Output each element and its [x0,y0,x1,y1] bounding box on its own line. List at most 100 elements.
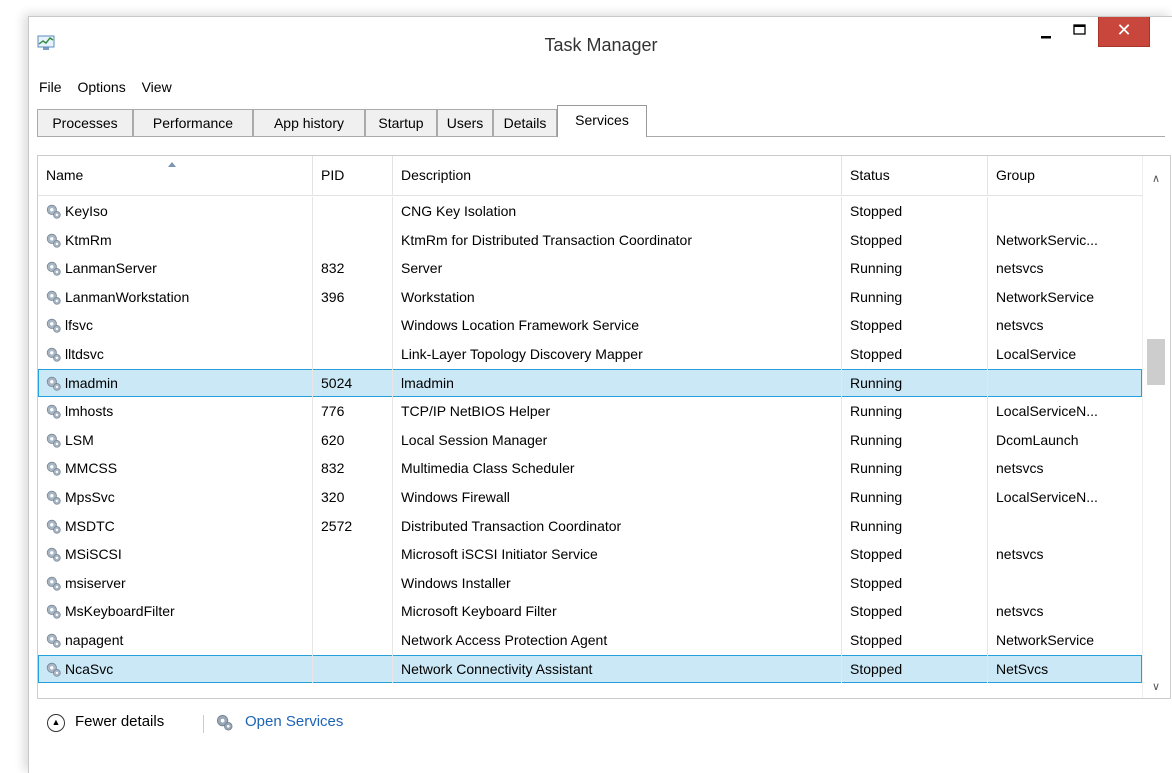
menu-options[interactable]: Options [71,76,131,98]
task-manager-window: Task Manager ✕ File Options View Process… [28,16,1172,773]
service-gear-icon [46,519,61,534]
table-row[interactable]: MsKeyboardFilter Microsoft Keyboard Filte… [38,597,1142,626]
table-row[interactable]: KtmRm KtmRm for Distributed Transaction C… [38,225,1142,255]
service-pid [312,339,392,369]
table-row[interactable]: napagent Network Access Protection Agent S… [38,625,1142,655]
table-row[interactable]: LSM 620 Local Session Manager Running DcomLa… [38,425,1142,455]
service-group: LocalService [987,339,1142,369]
table-row[interactable]: MpsSvc 320 Windows Firewall Running LocalSer… [38,482,1142,512]
service-pid [312,311,392,340]
close-button[interactable]: ✕ [1098,17,1150,47]
title-bar[interactable]: Task Manager ✕ [29,17,1172,69]
service-group [987,568,1142,598]
service-pid: 320 [312,482,392,512]
fewer-details-button[interactable]: Fewer details [75,713,164,730]
service-pid: 5024 [312,368,392,398]
services-table: Name PID Description Status Group KeyIso… [37,155,1171,699]
vertical-scrollbar[interactable]: ∧ ∨ [1142,156,1170,698]
table-row[interactable]: msiserver Windows Installer Stopped [38,568,1142,598]
column-header-group[interactable]: Group [987,156,1142,195]
service-pid: 776 [312,397,392,426]
service-status: Stopped [841,540,987,569]
service-gear-icon [46,662,61,677]
service-gear-icon [46,404,61,419]
scroll-up-icon[interactable]: ∧ [1152,172,1160,185]
service-status: Running [841,511,987,541]
column-header-pid[interactable]: PID [312,156,392,195]
service-status: Running [841,397,987,426]
service-gear-icon [46,490,61,505]
service-gear-icon [46,633,61,648]
service-pid [312,197,392,226]
service-pid [312,540,392,569]
tab-strip: Processes Performance App history Startu… [37,105,1165,137]
service-gear-icon [46,376,61,391]
service-pid: 620 [312,425,392,455]
table-row[interactable]: LanmanServer 832 Server Running netsvcs [38,254,1142,283]
service-description: Server [392,254,841,283]
service-status: Stopped [841,625,987,655]
service-group [987,511,1142,541]
chevron-up-circle-icon[interactable]: ▲ [47,714,65,732]
table-row[interactable]: MSiSCSI Microsoft iSCSI Initiator Service… [38,540,1142,569]
tab-startup[interactable]: Startup [365,109,437,136]
service-status: Running [841,282,987,312]
service-description: Windows Installer [392,568,841,598]
table-row[interactable]: MMCSS 832 Multimedia Class Scheduler Runnin… [38,454,1142,483]
tab-users[interactable]: Users [437,109,493,136]
service-description: Windows Location Framework Service [392,311,841,340]
table-row[interactable]: LanmanWorkstation 396 Workstation Running Ne… [38,282,1142,312]
scrollbar-thumb[interactable] [1147,339,1165,385]
table-row[interactable]: NcaSvc Network Connectivity Assistant Stop… [38,654,1142,684]
service-pid [312,654,392,684]
service-gear-icon [46,261,61,276]
column-header-description[interactable]: Description [392,156,841,195]
service-name: lfsvc [65,317,93,334]
service-name: LSM [65,431,94,448]
service-name: NcaSvc [65,660,114,677]
tab-processes[interactable]: Processes [37,109,133,136]
service-name: MsKeyboardFilter [65,603,175,620]
service-group: NetworkServic... [987,225,1142,255]
service-name: LanmanWorkstation [65,288,190,305]
scroll-down-icon[interactable]: ∨ [1152,680,1160,693]
service-status: Stopped [841,311,987,340]
tab-services[interactable]: Services [557,105,647,137]
service-gear-icon [46,547,61,562]
tab-details[interactable]: Details [493,109,557,136]
service-gear-icon [46,433,61,448]
column-header-status[interactable]: Status [841,156,987,195]
service-description: Network Access Protection Agent [392,625,841,655]
table-row[interactable]: lmadmin 5024 lmadmin Running [38,368,1142,398]
service-pid [312,568,392,598]
service-status: Running [841,254,987,283]
service-group: DcomLaunch [987,425,1142,455]
service-name: KeyIso [65,203,108,219]
service-description: Workstation [392,282,841,312]
menu-file[interactable]: File [33,76,68,98]
menu-view[interactable]: View [136,76,178,98]
open-services-link[interactable]: Open Services [245,713,343,730]
table-header: Name PID Description Status Group [38,156,1142,196]
maximize-button[interactable] [1068,17,1092,47]
minimize-button[interactable] [1035,17,1059,47]
service-name: MSiSCSI [65,546,122,563]
service-group: netsvcs [987,540,1142,569]
service-status: Running [841,482,987,512]
service-gear-icon [46,233,61,248]
services-gear-icon [216,714,233,731]
table-row[interactable]: KeyIso CNG Key Isolation Stopped [38,197,1142,226]
service-name: msiserver [65,574,126,591]
service-pid [312,225,392,255]
table-row[interactable]: lfsvc Windows Location Framework Service S… [38,311,1142,340]
column-header-name[interactable]: Name [38,156,312,195]
table-row[interactable]: lmhosts 776 TCP/IP NetBIOS Helper Running Lo… [38,397,1142,426]
service-group: NetworkService [987,282,1142,312]
service-group: NetworkService [987,625,1142,655]
tab-performance[interactable]: Performance [133,109,253,136]
service-description: TCP/IP NetBIOS Helper [392,397,841,426]
table-row[interactable]: lltdsvc Link-Layer Topology Discovery Map… [38,339,1142,369]
table-row[interactable]: MSDTC 2572 Distributed Transaction Coordin… [38,511,1142,541]
tab-app-history[interactable]: App history [253,109,365,136]
service-name: MpsSvc [65,488,115,505]
